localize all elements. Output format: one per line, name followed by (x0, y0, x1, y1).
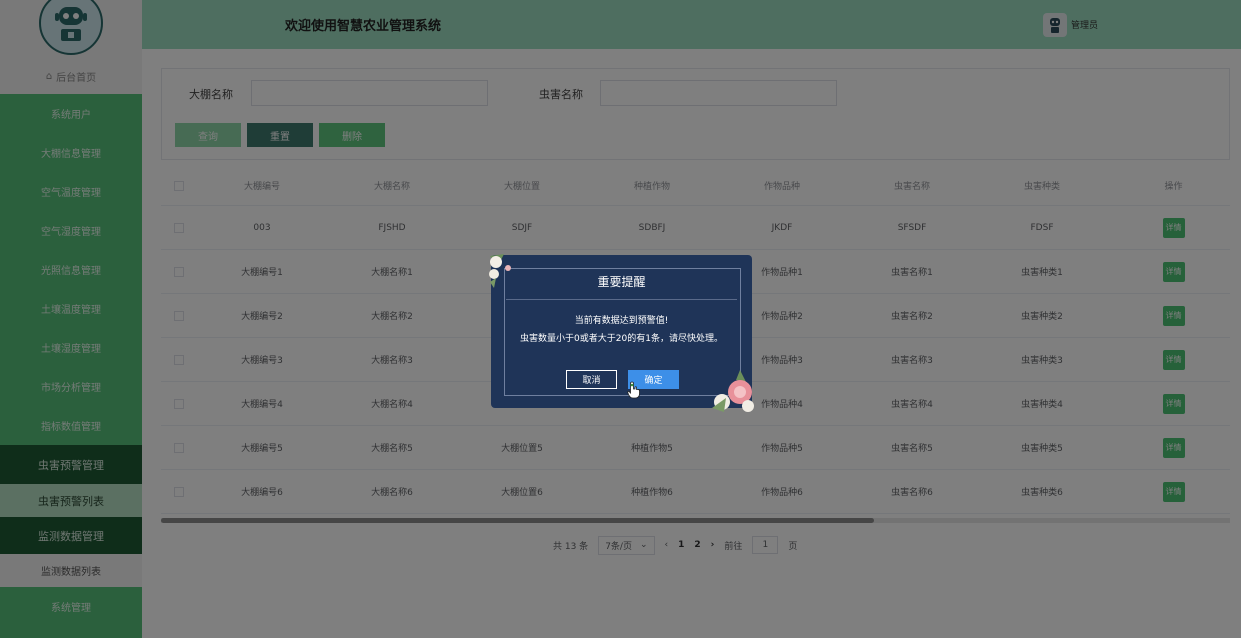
cancel-button[interactable]: 取消 (566, 370, 617, 389)
dialog-title: 重要提醒 (597, 275, 646, 289)
dialog-message-1: 当前有数据达到预警值! (574, 316, 669, 326)
hand-cursor-icon (627, 381, 640, 399)
dialog-divider (506, 299, 737, 300)
peony-decoration-icon (712, 370, 754, 412)
dialog-message-2: 虫害数量小于0或者大于20的有1条，请尽快处理。 (520, 334, 723, 344)
warning-dialog: 重要提醒 当前有数据达到预警值! 虫害数量小于0或者大于20的有1条，请尽快处理… (489, 254, 754, 412)
